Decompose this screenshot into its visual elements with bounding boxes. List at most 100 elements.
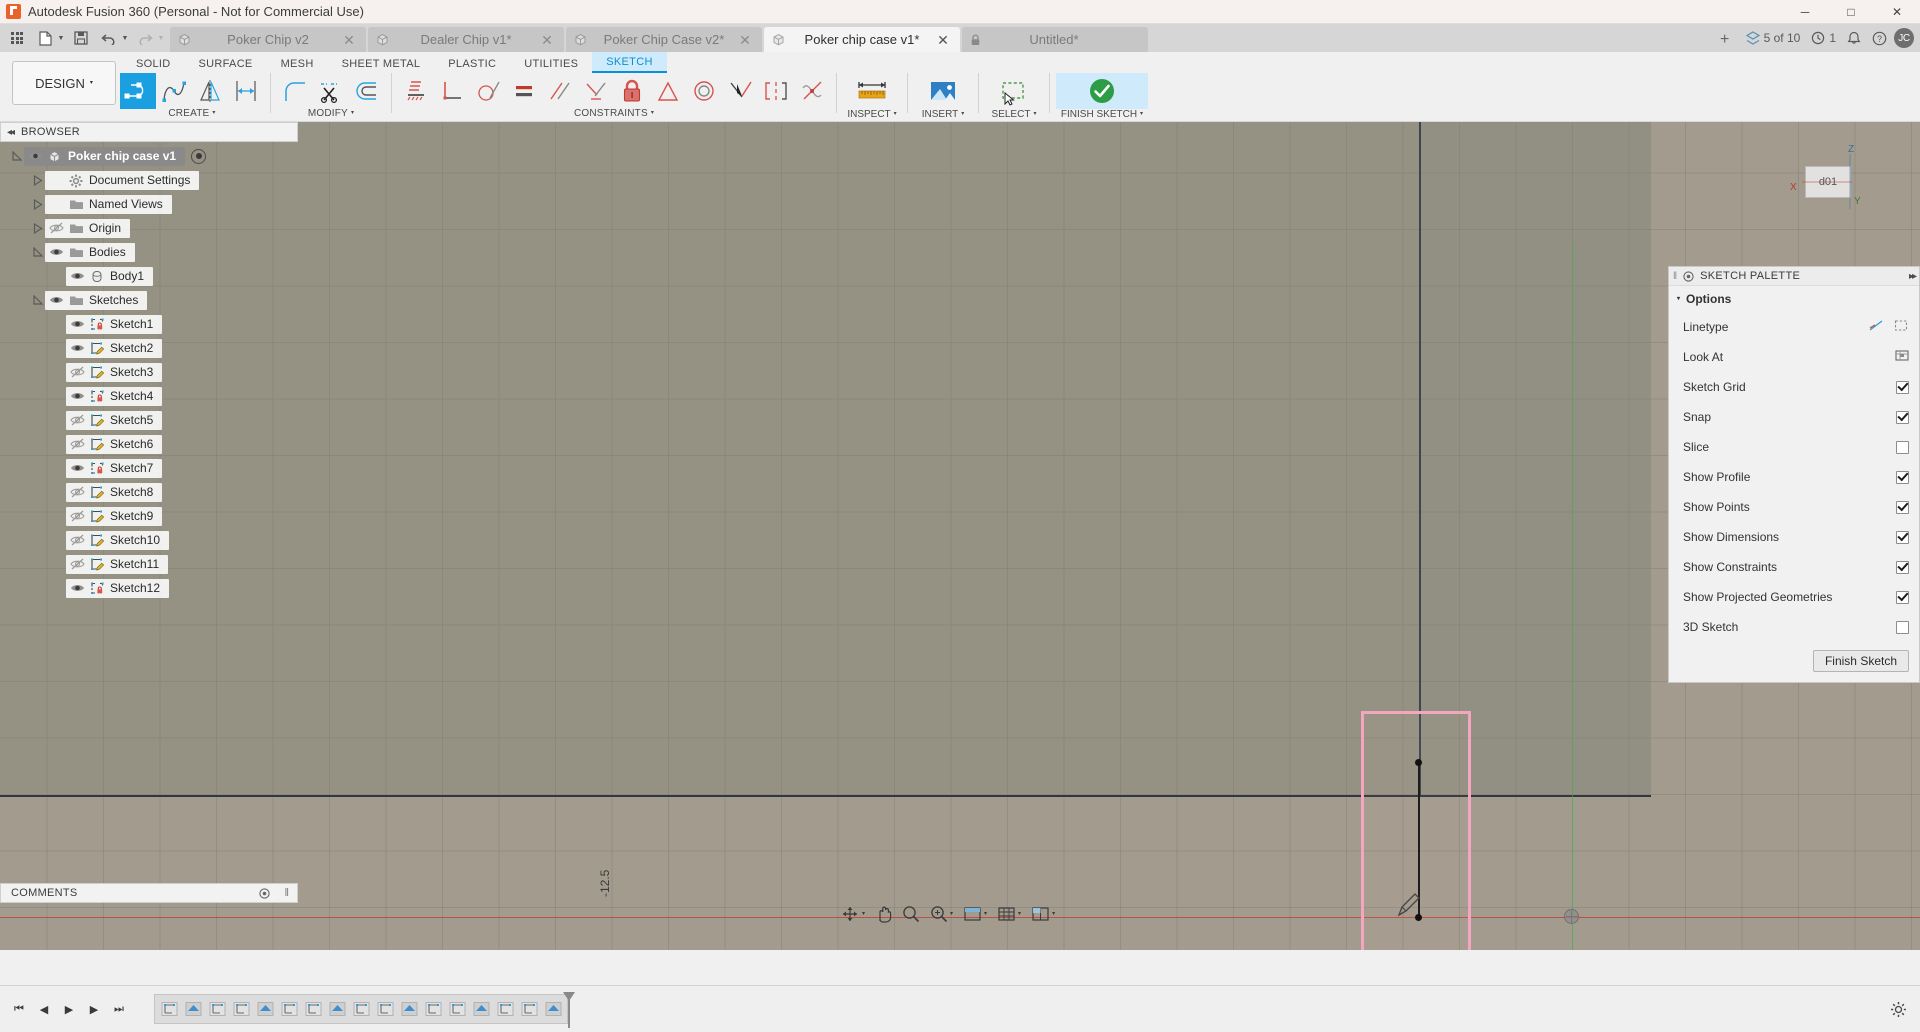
chevron-down-icon[interactable]: ▾ — [1140, 110, 1143, 117]
ribbon-tab-utilities[interactable]: UTILITIES — [510, 54, 592, 73]
timeline-feature-node[interactable] — [254, 997, 276, 1021]
linetype-normal-icon[interactable] — [1869, 319, 1884, 335]
timeline-feature-node[interactable] — [182, 997, 204, 1021]
pan-tool-button[interactable] — [871, 901, 896, 927]
browser-tree-item[interactable]: Sketch7 — [0, 458, 298, 478]
visibility-toggle-visible-icon[interactable] — [70, 390, 85, 402]
visibility-toggle-visible-icon[interactable] — [70, 270, 85, 282]
browser-tree-item[interactable]: Sketch8 — [0, 482, 298, 502]
chevron-down-icon[interactable]: ▾ — [351, 109, 354, 116]
checkbox-slice[interactable] — [1896, 440, 1909, 454]
display-settings-button[interactable]: ▾ — [959, 901, 991, 927]
maximize-button[interactable]: □ — [1828, 0, 1874, 24]
timeline-step-back[interactable]: ◀ — [33, 998, 55, 1020]
checkbox-show-constraints[interactable] — [1896, 560, 1909, 574]
tree-twisty-closed-icon[interactable] — [31, 218, 45, 238]
constraint-symmetry-tool[interactable] — [758, 73, 794, 109]
browser-item-sketches[interactable]: Sketches — [45, 290, 148, 310]
document-tab-4[interactable]: Poker chip case v1* ✕ — [764, 27, 960, 52]
sketch-rectangular-pattern-tool[interactable] — [228, 73, 264, 109]
ribbon-group-inspect[interactable]: INSPECT ▾ — [843, 73, 901, 120]
browser-tree-item[interactable]: Sketch10 — [0, 530, 298, 550]
look-at-icon[interactable] — [1895, 349, 1909, 365]
visibility-toggle-visible-icon[interactable] — [28, 150, 43, 162]
ribbon-tab-solid[interactable]: SOLID — [122, 54, 185, 73]
chevron-down-icon[interactable]: ▾ — [1033, 110, 1036, 117]
palette-grip-icon[interactable]: ‖ — [1673, 271, 1677, 282]
save-icon[interactable] — [68, 26, 94, 50]
checkbox-sketch-grid[interactable] — [1896, 380, 1909, 394]
browser-tree-item[interactable]: Origin — [0, 218, 298, 238]
constraint-curvature-tool[interactable] — [794, 73, 830, 109]
visibility-toggle-hidden-icon[interactable] — [70, 534, 85, 546]
timeline-feature-node[interactable] — [158, 997, 180, 1021]
ribbon-tab-surface[interactable]: SURFACE — [185, 54, 267, 73]
browser-item-document-settings[interactable]: Document Settings — [45, 170, 200, 190]
sketch-palette-options-section[interactable]: ▾ Options — [1669, 286, 1919, 312]
browser-tree-item[interactable]: Sketch5 — [0, 410, 298, 430]
browser-tree-item[interactable]: Document Settings — [0, 170, 298, 190]
constraint-fix-unfix-tool[interactable] — [614, 73, 650, 109]
browser-item-sketch8[interactable]: Sketch8 — [66, 482, 163, 502]
new-document-caret-icon[interactable]: ▼ — [56, 26, 66, 50]
close-button[interactable]: ✕ — [1874, 0, 1920, 24]
new-document-icon[interactable] — [32, 26, 58, 50]
browser-item-sketch2[interactable]: Sketch2 — [66, 338, 163, 358]
zoom-extents-button[interactable]: ▾ — [926, 901, 957, 927]
tree-twisty-open-icon[interactable] — [31, 290, 45, 310]
timeline-feature-node[interactable] — [350, 997, 372, 1021]
visibility-toggle-hidden-icon[interactable] — [70, 558, 85, 570]
browser-tree-item[interactable]: Sketches — [0, 290, 298, 310]
expand-palette-icon[interactable]: ▸▸ — [1909, 271, 1917, 282]
user-avatar[interactable]: JC — [1894, 28, 1914, 48]
browser-tree-item[interactable]: Bodies — [0, 242, 298, 262]
checkbox-show-points[interactable] — [1896, 500, 1909, 514]
ribbon-tab-sketch[interactable]: SKETCH — [592, 52, 667, 73]
timeline-marker[interactable] — [563, 992, 575, 1028]
browser-item-sketch9[interactable]: Sketch9 — [66, 506, 163, 526]
redo-icon[interactable] — [132, 26, 158, 50]
document-tab-close-icon[interactable]: ✕ — [340, 33, 358, 47]
minimize-button[interactable]: ─ — [1782, 0, 1828, 24]
checkbox-show-profile[interactable] — [1896, 470, 1909, 484]
timeline-feature-node[interactable] — [326, 997, 348, 1021]
browser-item-sketch12[interactable]: Sketch12 — [66, 578, 170, 598]
tree-twisty-open-icon[interactable] — [31, 242, 45, 262]
ribbon-tab-mesh[interactable]: MESH — [267, 54, 328, 73]
comments-panel-header[interactable]: COMMENTS ‖ — [0, 883, 298, 903]
timeline-feature-node[interactable] — [374, 997, 396, 1021]
timeline-feature-node[interactable] — [446, 997, 468, 1021]
browser-item-body1[interactable]: Body1 — [66, 266, 154, 286]
visibility-toggle-visible-icon[interactable] — [70, 318, 85, 330]
help-icon[interactable]: ? — [1868, 26, 1891, 50]
sketch-line-tool[interactable] — [120, 73, 156, 109]
timeline-feature-node[interactable] — [230, 997, 252, 1021]
undo-caret-icon[interactable]: ▼ — [120, 26, 130, 50]
orbit-tool-button[interactable]: ▾ — [836, 901, 869, 927]
timeline-feature-node[interactable] — [494, 997, 516, 1021]
timeline-step-forward[interactable]: ▶ — [83, 998, 105, 1020]
sketch-point-top[interactable] — [1415, 759, 1422, 766]
sketch-mirror-tool[interactable] — [192, 73, 228, 109]
ribbon-group-finish-sketch[interactable]: FINISH SKETCH ▾ — [1056, 73, 1148, 120]
ribbon-group-insert[interactable]: INSERT ▾ — [914, 73, 972, 120]
chevron-down-icon[interactable]: ▾ — [961, 110, 964, 117]
viewports-settings-button[interactable]: ▾ — [1027, 901, 1059, 927]
constraint-parallel-tool[interactable] — [542, 73, 578, 109]
visibility-toggle-hidden-icon[interactable] — [70, 438, 85, 450]
browser-tree-item[interactable]: Body1 — [0, 266, 298, 286]
browser-tree-item[interactable]: Sketch12 — [0, 578, 298, 598]
document-tab-close-icon[interactable]: ✕ — [538, 33, 556, 47]
browser-tree-item[interactable]: Sketch6 — [0, 434, 298, 454]
ribbon-tab-plastic[interactable]: PLASTIC — [434, 54, 510, 73]
document-tab-close-icon[interactable]: ✕ — [736, 33, 754, 47]
ribbon-tab-sheet-metal[interactable]: SHEET METAL — [328, 54, 435, 73]
undo-icon[interactable] — [96, 26, 122, 50]
timeline-feature-node[interactable] — [206, 997, 228, 1021]
timeline-feature-node[interactable] — [422, 997, 444, 1021]
visibility-toggle-hidden-icon[interactable] — [70, 486, 85, 498]
ribbon-group-select[interactable]: SELECT ▾ — [985, 73, 1043, 120]
document-tab-2[interactable]: Dealer Chip v1* ✕ — [368, 27, 564, 52]
visibility-toggle-hidden-icon[interactable] — [49, 222, 64, 234]
browser-item-sketch6[interactable]: Sketch6 — [66, 434, 163, 454]
